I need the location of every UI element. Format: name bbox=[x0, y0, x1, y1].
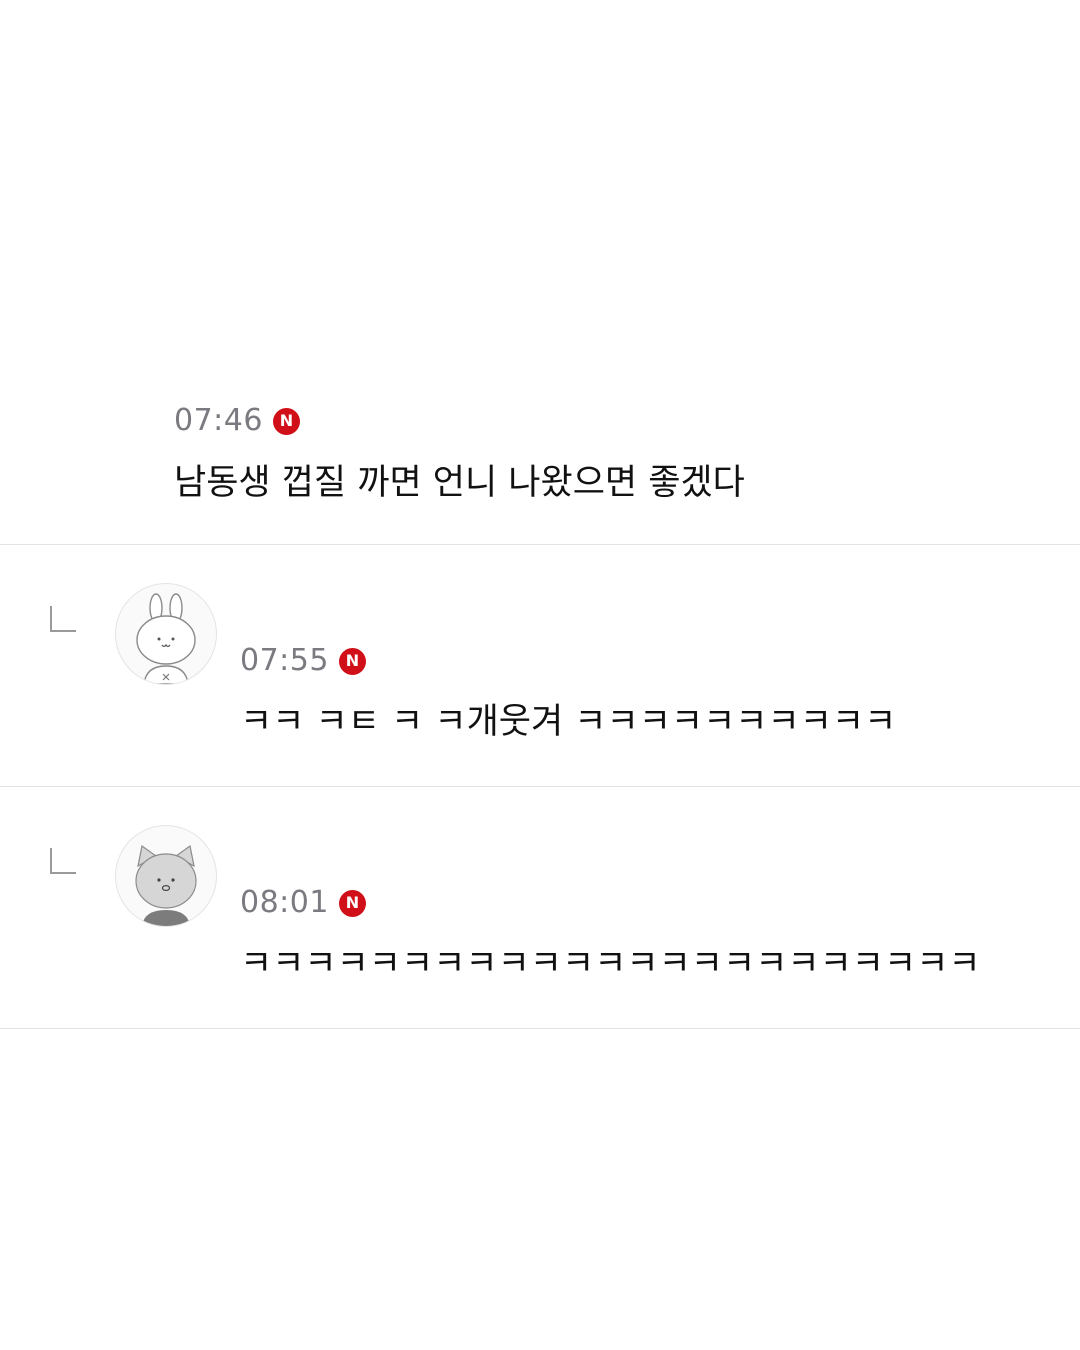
reply-time: 08:01 bbox=[240, 885, 329, 920]
new-badge: N bbox=[338, 889, 366, 917]
rabbit-avatar-drawing bbox=[136, 593, 196, 684]
reply-time: 07:55 bbox=[240, 643, 329, 678]
reply-item: 08:01 N ㅋㅋㅋㅋㅋㅋㅋㅋㅋㅋㅋㅋㅋㅋㅋㅋㅋㅋㅋㅋㅋㅋㅋ bbox=[0, 787, 1080, 1029]
reply-text: ㅋㅋ ㅋㅌ ㅋ ㅋ개웃겨 ㅋㅋㅋㅋㅋㅋㅋㅋㅋㅋ bbox=[240, 702, 897, 742]
comment-thread: 07:46 N 남동생 껍질 까면 언니 나왔으면 좋겠다 07:55 N ㅋㅋ… bbox=[0, 0, 1080, 1350]
reply-text: ㅋㅋㅋㅋㅋㅋㅋㅋㅋㅋㅋㅋㅋㅋㅋㅋㅋㅋㅋㅋㅋㅋㅋ bbox=[240, 944, 981, 984]
reply-meta: 08:01 N bbox=[240, 888, 366, 918]
cat-avatar-icon[interactable] bbox=[115, 825, 217, 927]
comment-text: 남동생 껍질 까면 언니 나왔으면 좋겠다 bbox=[174, 463, 745, 503]
rabbit-avatar-icon[interactable] bbox=[115, 583, 217, 685]
reply-arrow-icon bbox=[50, 848, 76, 874]
comment-item: 07:46 N 남동생 껍질 까면 언니 나왔으면 좋겠다 bbox=[0, 380, 1080, 545]
reply-arrow-icon bbox=[50, 606, 76, 632]
reply-meta: 07:55 N bbox=[240, 646, 366, 676]
comment-meta: 07:46 N bbox=[174, 406, 300, 436]
comment-time: 07:46 bbox=[174, 403, 263, 438]
new-badge: N bbox=[272, 407, 300, 435]
reply-item: 07:55 N ㅋㅋ ㅋㅌ ㅋ ㅋ개웃겨 ㅋㅋㅋㅋㅋㅋㅋㅋㅋㅋ bbox=[0, 545, 1080, 787]
new-badge: N bbox=[338, 647, 366, 675]
cat-avatar-drawing bbox=[135, 844, 197, 926]
